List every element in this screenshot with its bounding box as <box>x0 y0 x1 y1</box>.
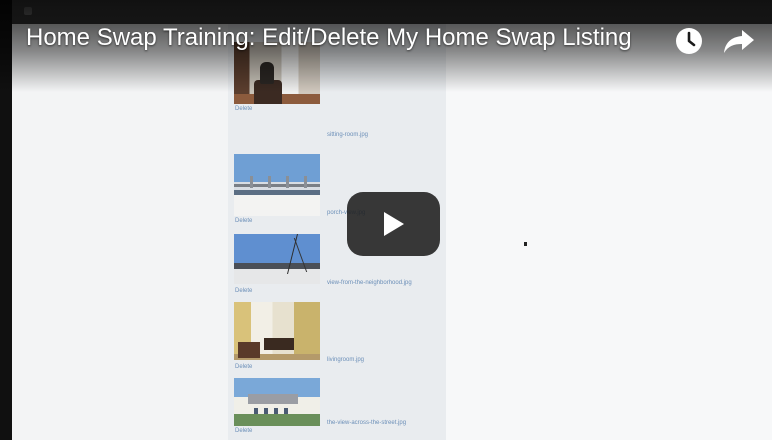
photo-thumbnail <box>234 378 320 426</box>
delete-photo-link[interactable]: Delete <box>235 428 252 434</box>
photo-filename: the-view-across-the-street.jpg <box>327 420 407 426</box>
photo-thumbnail <box>234 302 320 360</box>
play-icon <box>384 212 404 236</box>
photo-thumbnail <box>234 154 320 216</box>
photo-thumbnail <box>234 234 320 284</box>
video-title[interactable]: Home Swap Training: Edit/Delete My Home … <box>26 24 632 52</box>
delete-photo-link[interactable]: Delete <box>235 106 252 112</box>
delete-photo-link[interactable]: Delete <box>235 364 252 370</box>
photo-list-item: Delete livingroom.jpg <box>234 302 434 380</box>
photo-filename: sitting-room.jpg <box>327 132 369 138</box>
photo-list-item: Delete the-view-across-the-street.jpg <box>234 378 434 440</box>
delete-photo-link[interactable]: Delete <box>235 288 252 294</box>
photo-filename: view-from-the-neighborhood.jpg <box>327 280 412 286</box>
delete-photo-link[interactable]: Delete <box>235 218 252 224</box>
share-arrow-icon[interactable] <box>722 26 756 56</box>
photo-filename: livingroom.jpg <box>327 357 365 363</box>
mouse-cursor <box>524 242 527 246</box>
clock-icon[interactable] <box>674 26 704 56</box>
play-button[interactable] <box>347 192 440 256</box>
video-player[interactable]: Delete sitting-room.jpg Delete porch-vie… <box>0 0 772 440</box>
